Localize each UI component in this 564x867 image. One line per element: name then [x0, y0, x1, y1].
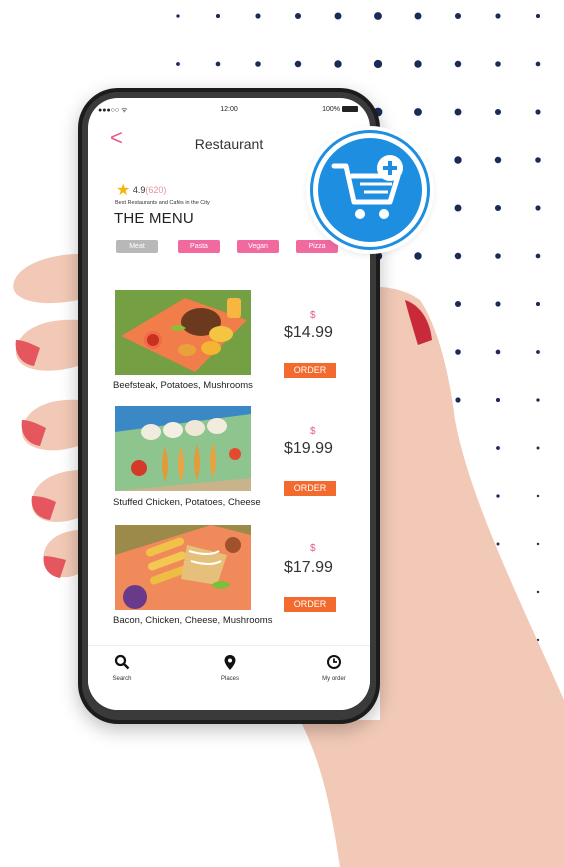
add-to-cart-button[interactable]: [306, 126, 434, 254]
category-chip-meat[interactable]: Meat: [116, 240, 158, 253]
tab-label: Search: [112, 676, 132, 682]
status-bar: ●●●○○ ᯤ 12:00 100%: [88, 104, 370, 118]
currency-symbol: $: [310, 426, 316, 437]
menu-item[interactable]: $ $17.99 ORDER Bacon, Chicken, Cheese, M…: [88, 525, 370, 637]
add-to-cart-icon: [331, 155, 403, 219]
price: $17.99: [284, 559, 333, 576]
tab-label: My order: [322, 676, 346, 682]
menu-item[interactable]: $ $19.99 ORDER Stuffed Chicken, Potatoes…: [88, 406, 370, 518]
category-chip-pasta[interactable]: Pasta: [178, 240, 220, 253]
star-icon: ★: [116, 182, 131, 199]
menu-item[interactable]: $ $14.99 ORDER Beefsteak, Potatoes, Mush…: [88, 290, 370, 402]
order-button[interactable]: ORDER: [284, 481, 336, 496]
search-icon: [92, 654, 152, 674]
bottom-tab-bar: Search Places My order: [88, 645, 370, 710]
price: $19.99: [284, 440, 333, 457]
rating: ★ 4.9(620): [116, 180, 166, 200]
dish-name: Bacon, Chicken, Cheese, Mushrooms: [113, 615, 273, 626]
rating-count: (620): [145, 185, 167, 195]
battery-indicator: 100%: [322, 106, 358, 113]
tab-my-order[interactable]: My order: [304, 654, 364, 682]
price: $14.99: [284, 324, 333, 341]
dish-photo: [115, 525, 251, 610]
tab-places[interactable]: Places: [200, 654, 260, 682]
dish-name: Stuffed Chicken, Potatoes, Cheese: [113, 497, 261, 508]
currency-symbol: $: [310, 543, 316, 554]
currency-symbol: $: [310, 310, 316, 321]
tab-label: Places: [220, 676, 239, 682]
battery-icon: [342, 106, 358, 113]
order-button[interactable]: ORDER: [284, 597, 336, 612]
order-button[interactable]: ORDER: [284, 363, 336, 378]
restaurant-tagline: Best Restaurants and Cafés in the City: [115, 200, 210, 206]
battery-percent: 100%: [322, 106, 340, 113]
dish-photo: [115, 406, 251, 491]
menu-heading: THE MENU: [114, 210, 194, 227]
tab-search[interactable]: Search: [92, 654, 152, 682]
clock-icon: [304, 654, 364, 674]
dish-photo: [115, 290, 251, 375]
category-chip-vegan[interactable]: Vegan: [237, 240, 279, 253]
dish-name: Beefsteak, Potatoes, Mushrooms: [113, 380, 253, 391]
rating-value: 4.9: [132, 185, 146, 195]
map-pin-icon: [200, 654, 260, 674]
